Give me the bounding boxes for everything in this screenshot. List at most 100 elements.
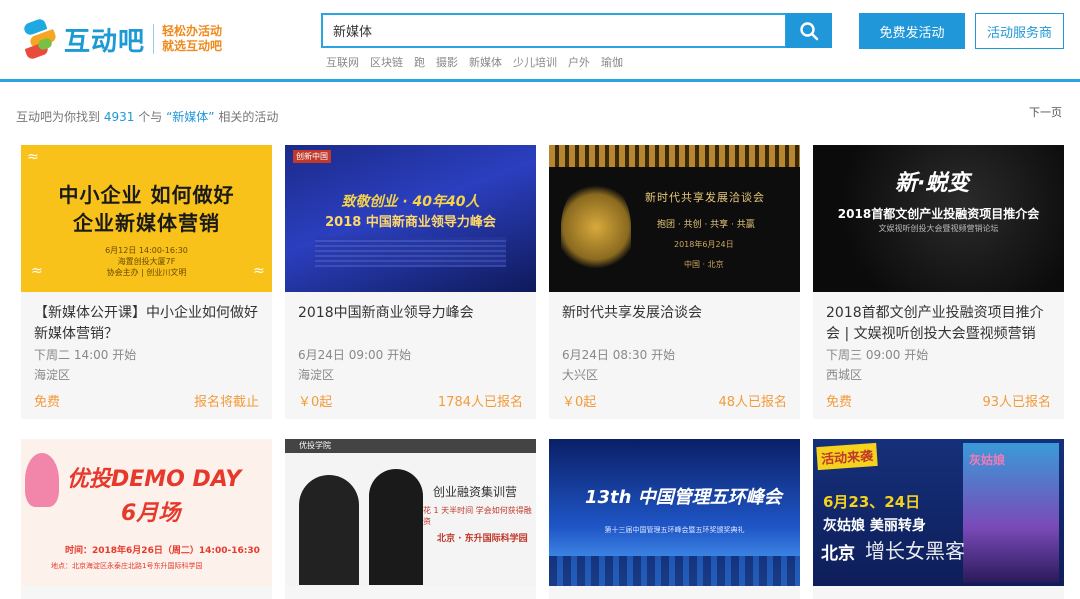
thumbnail-decoration [549,145,800,167]
hot-tag[interactable]: 摄影 [436,54,458,70]
thumbnail-tag: 创新中国 [293,150,331,163]
card-status: 48人已报名 [718,395,787,410]
card-body: 2018首都文创产业投融资项目推介会 | 文娱视听创投大会暨视频营销 下周三 0… [813,292,1064,410]
site-logo[interactable]: 互动吧 轻松办活动 就选互动吧 [22,16,242,62]
card-time: 下周二 14:00 开始 [34,348,137,362]
thumbnail-title: 2018首都文创产业投融资项目推介会 [837,207,1040,221]
thumbnail-place: 地点：北京海淀区永泰庄北路1号东升国际科学园 [51,562,203,570]
thumbnail-title: 2018 中国新商业领导力峰会 [325,215,496,230]
activity-thumbnail: 创新中国 致敬创业 · 40年40人 2018 中国新商业领导力峰会 [285,145,536,292]
card-time: 下周三 09:00 开始 [826,348,929,362]
hot-tag[interactable]: 区块链 [370,54,403,70]
thumbnail-badge: 活动来袭 [816,442,878,471]
logo-text: 互动吧 [64,26,146,57]
publish-activity-button[interactable]: 免费发活动 [859,13,965,49]
result-suffix: 相关的活动 [218,110,279,124]
activity-thumbnail: 13th 中国管理五环峰会 第十三届中国管理五环峰会暨五环奖颁奖典礼 [549,439,800,586]
card-status: 报名将截止 [193,395,259,410]
thumbnail-brand-bar: 优投学院 [285,439,536,453]
activity-card[interactable]: 13th 中国管理五环峰会 第十三届中国管理五环峰会暨五环奖颁奖典礼 [549,439,800,599]
card-status: 93人已报名 [982,395,1051,410]
hot-tag[interactable]: 少儿培训 [513,54,557,70]
card-title[interactable]: 新时代共享发展洽谈会 [562,303,787,345]
card-footer: ￥0起 1784人已报名 [298,391,523,410]
logo-divider [153,24,155,54]
logo-slogan: 轻松办活动 就选互动吧 [162,24,222,54]
result-count: 4931 [103,110,135,124]
thumbnail-headline: 灰姑娘 美丽转身 [823,518,926,534]
activity-card[interactable]: 新·蜕变 2018首都文创产业投融资项目推介会 文娱视听创投大会暨视频营销论坛 … [813,145,1064,419]
card-title[interactable]: 【新媒体公开课】中小企业如何做好新媒体营销？ [34,303,259,345]
thumbnail-subheadline: 6月场 [121,501,181,526]
thumbnail-location: 北京 · 东升国际科学园 [437,534,528,544]
activity-service-button[interactable]: 活动服务商 [975,13,1064,49]
activity-card[interactable]: 创新中国 致敬创业 · 40年40人 2018 中国新商业领导力峰会 2018中… [285,145,536,419]
card-price: ￥0起 [562,395,597,410]
hot-tag[interactable]: 新媒体 [469,54,502,70]
card-time: 6月24日 09:00 开始 [298,348,412,362]
city-skyline-decoration [549,556,800,586]
thumbnail-headline: 致敬创业 · 40年40人 [341,194,480,210]
logo-mark-icon [22,17,58,61]
card-location: 西城区 [826,368,863,382]
activity-thumbnail: 优投DEMO DAY 6月场 时间：2018年6月26日（周二）14:00-16… [21,439,272,586]
card-body: 2018中国新商业领导力峰会 6月24日 09:00 开始 海淀区 ￥0起 17… [285,292,536,410]
search-button[interactable] [786,13,832,48]
hot-tag[interactable]: 瑜伽 [601,54,623,70]
card-location: 大兴区 [562,368,599,382]
search-input[interactable] [323,15,785,46]
hot-tag[interactable]: 互联网 [326,54,359,70]
next-page-link[interactable]: 下一页 [1029,104,1062,120]
thumbnail-city: 中国 · 北京 [684,260,724,269]
result-middle: 个与 [138,110,163,124]
card-footer: 免费 93人已报名 [826,391,1051,410]
search-icon [800,21,819,40]
thumbnail-subtitle: 第十三届中国管理五环峰会暨五环奖颁奖典礼 [604,526,745,534]
thumbnail-subtitle: 花 1 天半时间 学会如何获得融资 [423,506,532,526]
thumbnail-title: 创业融资集训营 [433,485,518,499]
card-time: 6月24日 08:30 开始 [562,348,676,362]
thumbnail-title: 新时代共享发展洽谈会 [645,191,765,204]
thumbnail-subtitle: 文娱视听创投大会暨视频营销论坛 [878,224,999,233]
card-price: 免费 [34,395,61,410]
hot-tag[interactable]: 户外 [568,54,590,70]
card-price: ￥0起 [298,395,333,410]
result-prefix: 互动吧为你找到 [16,110,101,124]
card-price: 免费 [826,395,853,410]
site-header: 互动吧 轻松办活动 就选互动吧 互联网 区块链 跑 摄影 新媒体 少儿培训 户外… [0,0,1080,82]
thumbnail-city: 北京 [821,544,855,564]
thumbnail-date: 2018年6月24日 [674,240,734,249]
thumbnail-headline: 优投DEMO DAY [67,467,242,492]
card-footer: ￥0起 48人已报名 [562,391,787,410]
watermark-text: 增长女黑客 [865,539,965,563]
thumbnail-date: 6月23、24日 [823,493,921,511]
activity-card[interactable]: ≈ ≈ ≈ 中小企业 如何做好 企业新媒体营销 6月12日 14:00-16:3… [21,145,272,419]
activity-thumbnail: 优投学院 创业融资集训营 花 1 天半时间 学会如何获得融资 北京 · 东升国际… [285,439,536,586]
card-title[interactable]: 2018首都文创产业投融资项目推介会 | 文娱视听创投大会暨视频营销 [826,303,1051,345]
activity-thumbnail: 新·蜕变 2018首都文创产业投融资项目推介会 文娱视听创投大会暨视频营销论坛 [813,145,1064,292]
thumbnail-calligraphy: 新·蜕变 [895,171,970,196]
activity-card[interactable]: 优投DEMO DAY 6月场 时间：2018年6月26日（周二）14:00-16… [21,439,272,599]
figure-illustration [25,453,59,507]
activity-card[interactable]: 活动来袭 6月23、24日 灰姑娘 美丽转身 北京 灰姑娘 增长女黑客 [813,439,1064,599]
activity-thumbnail: 新时代共享发展洽谈会 抱团 · 共创 · 共享 · 共赢 2018年6月24日 … [549,145,800,292]
card-status: 1784人已报名 [437,395,523,410]
thumbnail-headline: 中小企业 如何做好 企业新媒体营销 [58,183,235,235]
thumbnail-title: 13th 中国管理五环峰会 [585,487,782,508]
hot-tag[interactable]: 跑 [414,54,425,70]
speaker-photo [369,469,423,585]
card-body: 【新媒体公开课】中小企业如何做好新媒体营销？ 下周二 14:00 开始 海淀区 … [21,292,272,410]
wave-icon: ≈ [27,149,39,165]
activity-card[interactable]: 优投学院 创业融资集训营 花 1 天半时间 学会如何获得融资 北京 · 东升国际… [285,439,536,599]
slogan-line-2: 就选互动吧 [162,39,223,53]
thumbnail-subtitle: 抱团 · 共创 · 共享 · 共赢 [657,220,755,230]
card-title[interactable]: 2018中国新商业领导力峰会 [298,303,523,345]
thumbnail-details: 6月12日 14:00-16:30 海置创投大厦7F 协会主办 | 创业川文明 [105,246,188,277]
thumbnail-time: 时间：2018年6月26日（周二）14:00-16:30 [65,546,260,556]
activity-card[interactable]: 新时代共享发展洽谈会 抱团 · 共创 · 共享 · 共赢 2018年6月24日 … [549,145,800,419]
card-body: 新时代共享发展洽谈会 6月24日 08:30 开始 大兴区 ￥0起 48人已报名 [549,292,800,410]
activity-thumbnail: 活动来袭 6月23、24日 灰姑娘 美丽转身 北京 灰姑娘 增长女黑客 [813,439,1064,586]
hot-search-tags: 互联网 区块链 跑 摄影 新媒体 少儿培训 户外 瑜伽 [326,54,623,70]
card-footer: 免费 报名将截止 [34,391,259,410]
search-box [321,13,787,48]
